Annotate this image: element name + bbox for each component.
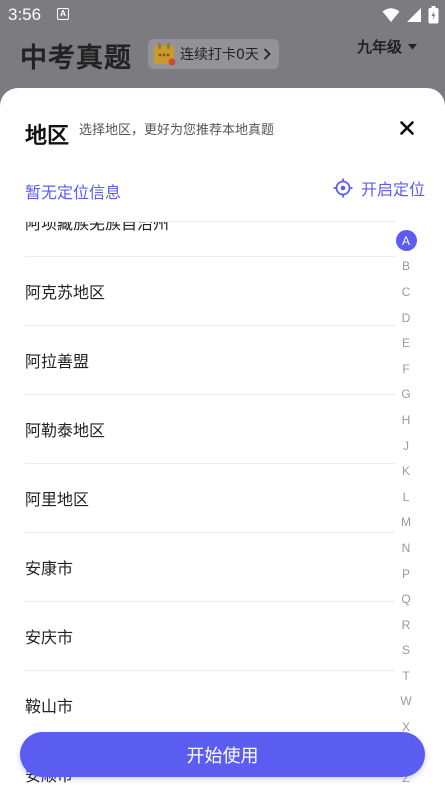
index-letter-label: E xyxy=(401,336,410,351)
index-letter-label: J xyxy=(403,438,409,453)
index-letter-label: D xyxy=(401,310,411,325)
index-letter-q[interactable]: Q xyxy=(395,586,417,612)
index-letter-label: K xyxy=(401,464,410,479)
enable-location-button[interactable]: 开启定位 xyxy=(333,176,425,200)
region-name: 安庆市 xyxy=(25,628,74,647)
app-notification-icon: A xyxy=(57,8,69,20)
location-status: 暂无定位信息 xyxy=(25,183,122,202)
enable-location-label: 开启定位 xyxy=(360,180,425,199)
status-bar: 3:56 A xyxy=(0,0,445,30)
index-letter-b[interactable]: B xyxy=(395,254,417,280)
index-letter-c[interactable]: C xyxy=(395,279,417,305)
index-letter-d[interactable]: D xyxy=(395,305,417,331)
alphabet-index[interactable]: ABCDEFGHJKLMNPQRSTWXYZ xyxy=(395,228,417,791)
streak-badge[interactable]: 连续打卡0天 xyxy=(148,39,279,69)
region-name: 安康市 xyxy=(25,559,74,578)
list-item[interactable]: 阿里地区 xyxy=(25,464,395,533)
index-letter-label: C xyxy=(401,284,411,299)
index-letter-h[interactable]: H xyxy=(395,407,417,433)
index-letter-k[interactable]: K xyxy=(395,458,417,484)
index-letter-j[interactable]: J xyxy=(395,433,417,459)
index-letter-label: T xyxy=(402,668,410,683)
region-list-viewport[interactable]: 阿坝藏族羌族自治州 阿克苏地区 阿拉善盟 阿勒泰地区 阿里地区 安康市 安庆市 … xyxy=(0,221,445,792)
signal-icon xyxy=(407,8,421,22)
close-icon xyxy=(400,121,414,135)
index-letter-t[interactable]: T xyxy=(395,663,417,689)
index-letter-e[interactable]: E xyxy=(395,330,417,356)
wifi-icon xyxy=(382,8,400,22)
list-item[interactable]: 阿拉善盟 xyxy=(25,326,395,395)
region-name: 阿克苏地区 xyxy=(25,283,106,302)
page-title: 中考真题 xyxy=(20,43,132,74)
index-letter-label: N xyxy=(401,540,411,555)
index-letter-label: R xyxy=(401,617,411,632)
index-letter-label: S xyxy=(401,643,410,658)
list-top-divider xyxy=(25,221,395,222)
sheet-subtitle: 选择地区，更好为您推荐本地真题 xyxy=(79,123,275,138)
index-letter-label: F xyxy=(402,361,410,376)
region-picker-sheet: 地区 选择地区，更好为您推荐本地真题 暂无定位信息 开启定位 阿坝藏族羌族自治州… xyxy=(0,88,445,792)
list-item[interactable]: 安庆市 xyxy=(25,602,395,671)
list-item[interactable]: 鞍山市 xyxy=(25,671,395,740)
index-letter-label: A xyxy=(395,230,417,252)
grade-selector[interactable]: 九年级 xyxy=(357,36,417,57)
status-icons xyxy=(382,6,439,24)
index-letter-label: P xyxy=(401,566,410,581)
index-letter-w[interactable]: W xyxy=(395,689,417,715)
index-letter-a[interactable]: A xyxy=(395,228,417,254)
index-letter-g[interactable]: G xyxy=(395,382,417,408)
chevron-right-icon xyxy=(263,48,271,60)
streak-label: 连续打卡0天 xyxy=(180,47,259,63)
index-letter-label: W xyxy=(400,694,412,709)
index-letter-label: L xyxy=(402,489,410,504)
battery-icon xyxy=(428,6,439,24)
index-letter-label: Q xyxy=(401,592,411,607)
index-letter-m[interactable]: M xyxy=(395,510,417,536)
list-item[interactable]: 阿坝藏族羌族自治州 xyxy=(25,221,395,257)
status-time: 3:56 xyxy=(8,5,42,24)
close-button[interactable] xyxy=(395,116,419,140)
index-letter-s[interactable]: S xyxy=(395,638,417,664)
index-letter-p[interactable]: P xyxy=(395,561,417,587)
index-letter-label: G xyxy=(401,387,411,402)
list-item[interactable]: 安康市 xyxy=(25,533,395,602)
index-letter-label: B xyxy=(401,259,410,274)
index-letter-label: H xyxy=(401,412,411,427)
index-letter-n[interactable]: N xyxy=(395,535,417,561)
list-item[interactable]: 阿克苏地区 xyxy=(25,257,395,326)
region-name: 阿拉善盟 xyxy=(25,352,90,371)
caret-down-icon xyxy=(408,43,417,49)
index-letter-f[interactable]: F xyxy=(395,356,417,382)
locate-icon xyxy=(333,178,353,198)
index-letter-label: M xyxy=(401,515,411,530)
calendar-icon xyxy=(154,43,176,66)
region-name: 阿坝藏族羌族自治州 xyxy=(25,221,170,233)
start-button[interactable]: 开始使用 xyxy=(20,732,425,777)
list-item[interactable]: 阿勒泰地区 xyxy=(25,395,395,464)
app-header: 中考真题 连续打卡0天 九年级 xyxy=(0,30,445,90)
region-name: 鞍山市 xyxy=(25,697,74,716)
region-list: 阿坝藏族羌族自治州 阿克苏地区 阿拉善盟 阿勒泰地区 阿里地区 安康市 安庆市 … xyxy=(25,221,395,792)
index-letter-l[interactable]: L xyxy=(395,484,417,510)
sheet-title: 地区 xyxy=(25,124,70,149)
region-name: 阿勒泰地区 xyxy=(25,421,106,440)
region-name: 阿里地区 xyxy=(25,490,90,509)
index-letter-r[interactable]: R xyxy=(395,612,417,638)
grade-label: 九年级 xyxy=(356,38,402,56)
